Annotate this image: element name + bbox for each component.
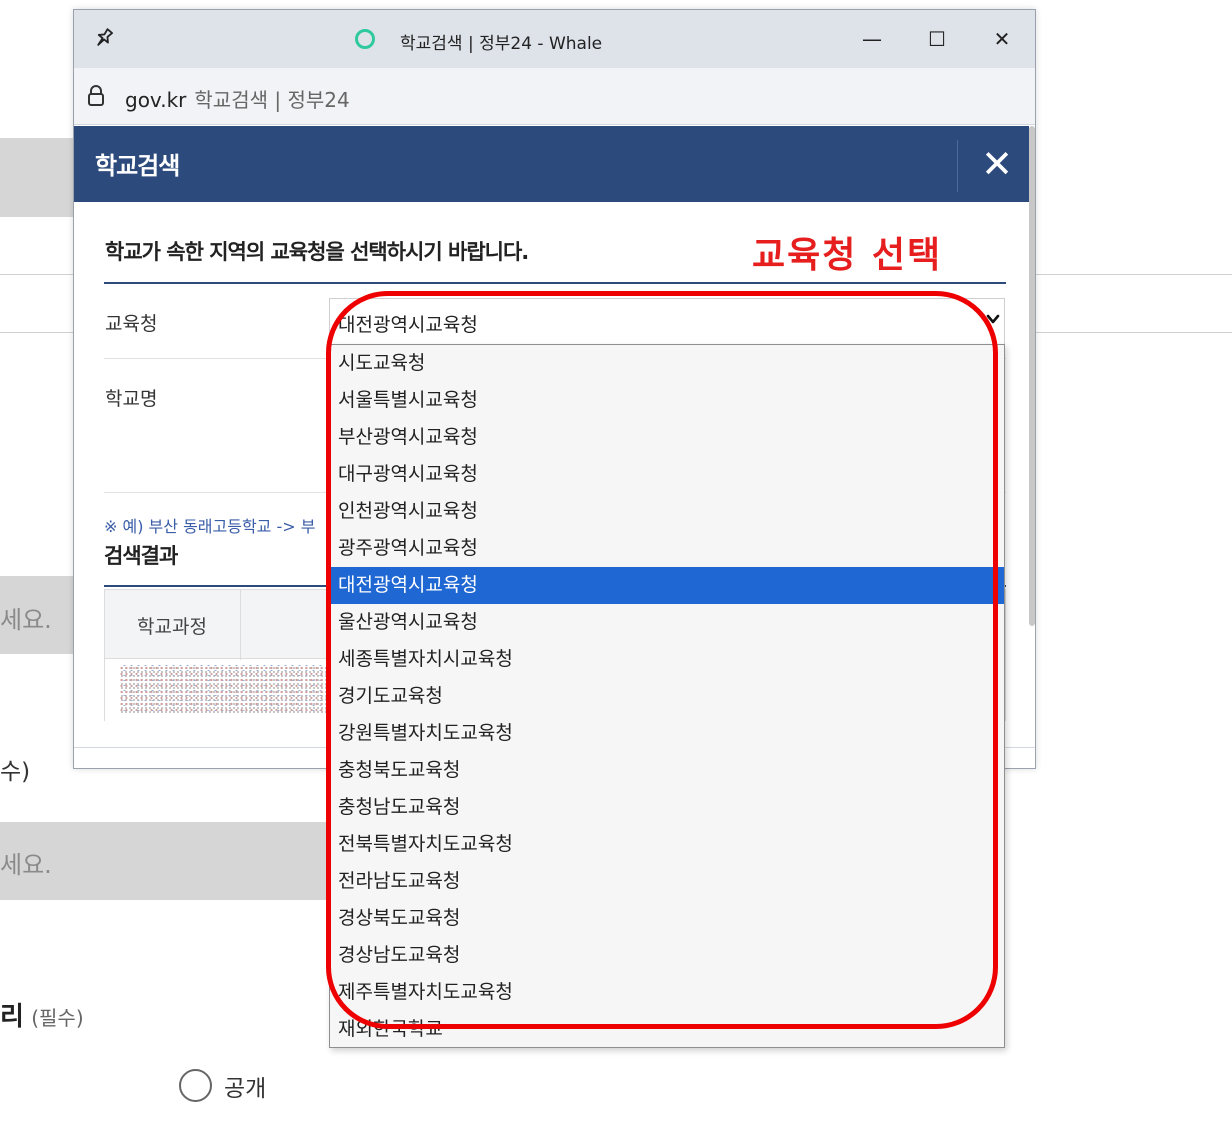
background-placeholder-2: 세요. [0,851,52,879]
whale-logo-icon [355,29,375,49]
url-page-title: 학교검색 | 정부24 [194,88,350,112]
background-section-required: (필수) [31,1006,84,1030]
office-dropdown-list[interactable]: 시도교육청 서울특별시교육청 부산광역시교육청 대구광역시교육청 인천광역시교육청 광주광… [329,344,1005,1048]
url-text[interactable]: gov.kr 학교검색 | 정부24 [125,84,350,113]
dropdown-option[interactable]: 시도교육청 [330,345,1004,382]
modal-header: 학교검색 ✕ [74,126,1029,202]
dropdown-option[interactable]: 경상북도교육청 [330,900,1004,937]
dropdown-option[interactable]: 인천광역시교육청 [330,493,1004,530]
instruction-underline [104,282,1006,284]
dropdown-option[interactable]: 강원특별자치도교육청 [330,715,1004,752]
dropdown-option[interactable]: 경상남도교육청 [330,937,1004,974]
office-field-label: 교육청 [105,313,158,335]
dropdown-option[interactable]: 부산광역시교육청 [330,419,1004,456]
background-section-tail: 리 [0,1002,24,1032]
title-bar: 학교검색 | 정부24 - Whale — ☐ ✕ [74,10,1035,68]
example-hint: ※ 예) 부산 동래고등학교 -> 부 [104,517,316,536]
dropdown-option[interactable]: 울산광역시교육청 [330,604,1004,641]
background-section-label: 리 (필수) [0,996,84,1033]
background-required-text: 수) [0,759,31,785]
school-name-label: 학교명 [105,388,158,410]
results-title: 검색결과 [104,544,178,568]
modal-scrollbar[interactable] [1029,126,1035,626]
lock-icon [88,85,104,106]
dropdown-option[interactable]: 세종특별자치시교육청 [330,641,1004,678]
dropdown-option[interactable]: 광주광역시교육청 [330,530,1004,567]
instruction-text: 학교가 속한 지역의 교육청을 선택하시기 바랍니다. [105,240,529,264]
dropdown-option[interactable]: 제주특별자치도교육청 [330,974,1004,1011]
dropdown-option[interactable]: 서울특별시교육청 [330,382,1004,419]
select-current-value: 대전광역시교육청 [338,314,478,336]
url-domain: gov.kr [125,88,187,112]
background-gray-bar-top [0,138,75,217]
window-title: 학교검색 | 정부24 - Whale [400,34,603,54]
radio-icon[interactable] [179,1069,212,1102]
chevron-down-icon [986,314,1000,324]
modal-title: 학교검색 [95,152,180,180]
dropdown-option[interactable]: 충청북도교육청 [330,752,1004,789]
dropdown-option[interactable]: 재외한국학교 [330,1011,1004,1047]
address-bar[interactable]: gov.kr 학교검색 | 정부24 [74,68,1035,125]
annotation-label: 교육청 선택 [752,235,943,276]
dropdown-option[interactable]: 대전광역시교육청 [330,567,1004,604]
dropdown-option[interactable]: 전북특별자치도교육청 [330,826,1004,863]
background-placeholder-1: 세요. [0,606,52,634]
pin-icon[interactable] [92,26,116,50]
office-select[interactable]: 대전광역시교육청 [329,298,1005,344]
dropdown-option[interactable]: 충청남도교육청 [330,789,1004,826]
column-school-course: 학교과정 [137,616,207,638]
modal-close-button[interactable]: ✕ [969,136,1025,192]
column-divider [240,590,241,660]
dropdown-option[interactable]: 전라남도교육청 [330,863,1004,900]
minimize-icon[interactable]: — [852,20,892,58]
close-icon[interactable]: ✕ [982,20,1022,58]
dropdown-option[interactable]: 경기도교육청 [330,678,1004,715]
modal-header-divider [957,140,958,192]
radio-label-public: 공개 [224,1076,267,1102]
dropdown-option[interactable]: 대구광역시교육청 [330,456,1004,493]
blurred-results-content [119,665,339,715]
maximize-icon[interactable]: ☐ [917,20,957,58]
